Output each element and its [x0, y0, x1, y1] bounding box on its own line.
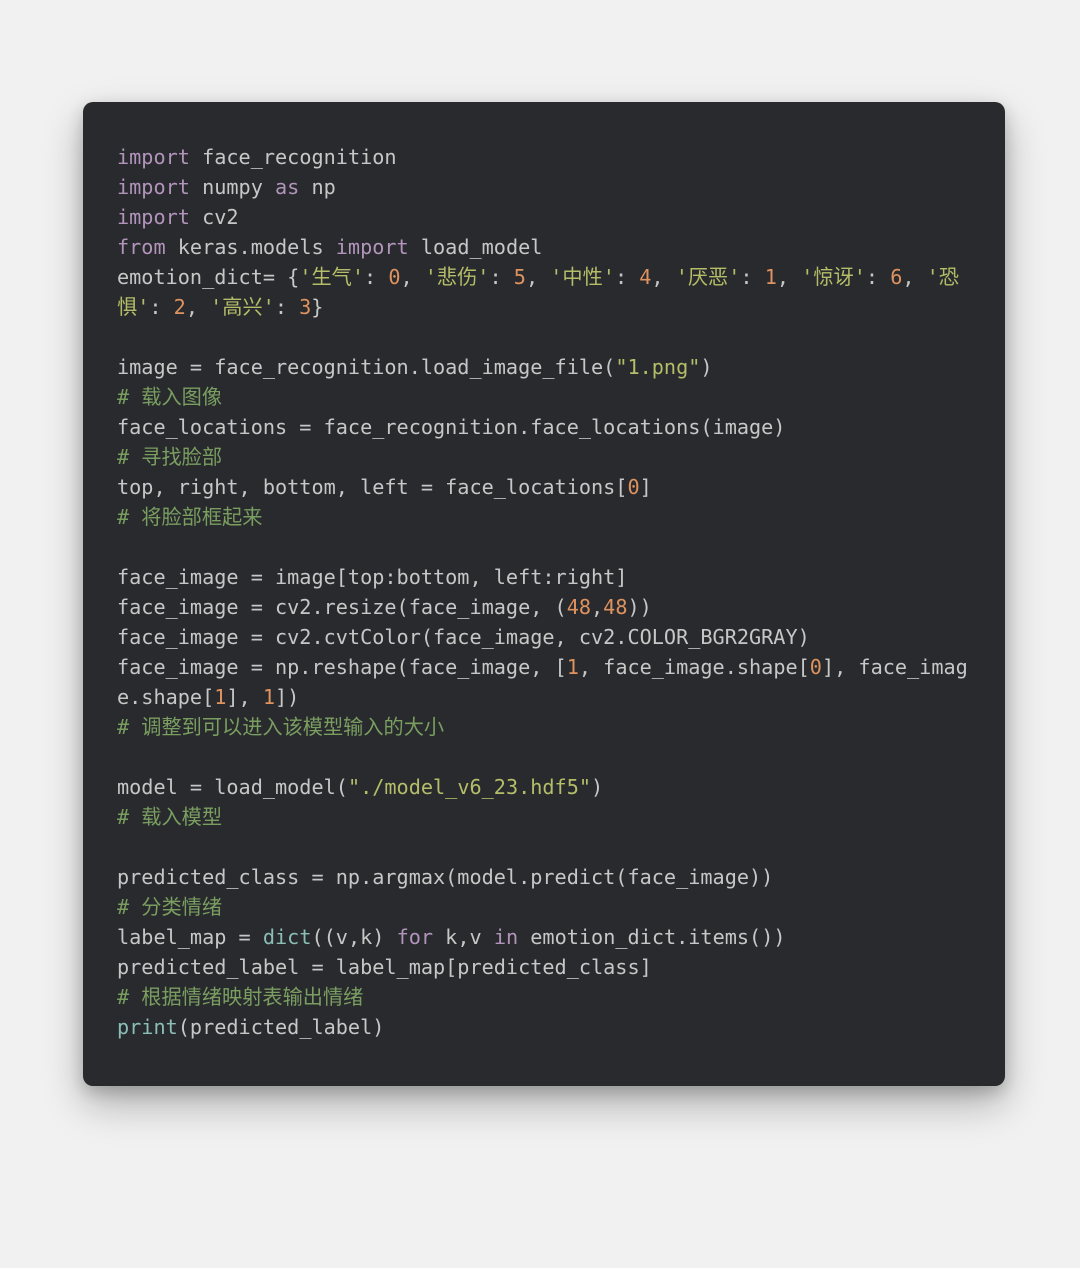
code-token-num: 3 [299, 295, 311, 319]
code-card: import face_recognition import numpy as … [83, 102, 1005, 1086]
code-token-com: # 将脸部框起来 [117, 505, 262, 529]
code-token-fn: dict [263, 925, 312, 949]
code-token-num: 6 [890, 265, 902, 289]
code-token-num: 1 [765, 265, 777, 289]
code-token-str: '高兴' [210, 295, 275, 319]
code-token-num: 4 [639, 265, 651, 289]
code-token-num: 0 [627, 475, 639, 499]
code-token-str: "1.png" [615, 355, 700, 379]
code-token-kw: as [275, 175, 299, 199]
code-token-kw: import [117, 145, 190, 169]
code-token-kw: in [494, 925, 518, 949]
code-token-com: # 根据情绪映射表输出情绪 [117, 985, 363, 1009]
code-token-str: "./model_v6_23.hdf5" [348, 775, 591, 799]
code-token-num: 2 [174, 295, 186, 319]
code-token-com: # 载入图像 [117, 385, 222, 409]
code-token-str: '惊讶' [801, 265, 866, 289]
code-token-num: 0 [810, 655, 822, 679]
code-token-str: '厌恶' [676, 265, 741, 289]
code-token-num: 1 [214, 685, 226, 709]
code-token-fn: print [117, 1015, 178, 1039]
code-token-kw: from [117, 235, 166, 259]
code-token-com: # 寻找脸部 [117, 445, 222, 469]
code-token-kw: import [117, 175, 190, 199]
code-token-num: 48 [567, 595, 591, 619]
code-token-num: 1 [263, 685, 275, 709]
code-token-com: # 分类情绪 [117, 895, 222, 919]
code-token-kw: for [397, 925, 433, 949]
code-token-num: 5 [514, 265, 526, 289]
code-token-kw: import [117, 205, 190, 229]
code-token-num: 48 [603, 595, 627, 619]
code-token-str: '生气' [299, 265, 364, 289]
code-token-num: 0 [388, 265, 400, 289]
code-token-str: '悲伤' [425, 265, 490, 289]
code-token-com: # 调整到可以进入该模型输入的大小 [117, 715, 444, 739]
code-token-com: # 载入模型 [117, 805, 222, 829]
code-token-kw: import [336, 235, 409, 259]
code-token-num: 1 [567, 655, 579, 679]
code-block: import face_recognition import numpy as … [117, 142, 971, 1042]
code-token-str: '中性' [550, 265, 615, 289]
